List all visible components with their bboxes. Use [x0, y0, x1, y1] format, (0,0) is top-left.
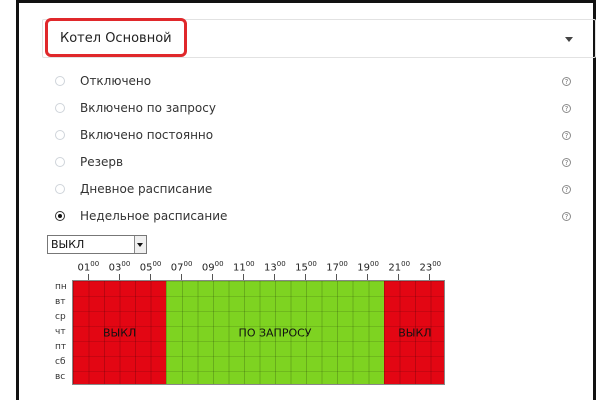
hour-label: 1500	[295, 260, 317, 274]
help-icon[interactable]: ?	[562, 212, 571, 221]
day-label: чт	[55, 327, 66, 337]
hour-label: 1100	[232, 260, 255, 274]
day-label: вт	[55, 297, 66, 307]
mode-option[interactable]: Отключено?	[55, 73, 585, 93]
day-label: ср	[55, 312, 66, 322]
day-label: пт	[55, 342, 67, 352]
hour-label: 0700	[170, 260, 193, 274]
mode-option[interactable]: Включено постоянно?	[55, 127, 585, 147]
help-icon[interactable]: ?	[562, 131, 571, 140]
hour-label: 1300	[264, 260, 286, 274]
mode-radio[interactable]	[55, 130, 65, 140]
hour-label: 0100	[77, 260, 100, 274]
segment-label: ВЫКЛ	[102, 326, 137, 339]
help-icon[interactable]: ?	[562, 104, 571, 113]
highlight-annotation	[45, 18, 187, 57]
hour-label: 0300	[108, 260, 131, 274]
schedule-mode-select[interactable]: ВЫКЛ	[47, 235, 147, 254]
help-icon[interactable]: ?	[562, 185, 571, 194]
mode-label: Недельное расписание	[80, 209, 228, 223]
chevron-down-icon[interactable]	[565, 37, 573, 42]
mode-radio[interactable]	[55, 184, 65, 194]
mode-option[interactable]: Включено по запросу?	[55, 100, 585, 120]
segment-label: ПО ЗАПРОСУ	[238, 326, 312, 339]
weekly-schedule-grid[interactable]: ВЫКЛ ПО ЗАПРОСУ ВЫКЛ	[72, 280, 445, 385]
help-icon[interactable]: ?	[562, 158, 571, 167]
mode-label: Отключено	[80, 74, 152, 88]
day-label: пн	[55, 282, 67, 292]
mode-label: Включено по запросу	[80, 101, 216, 115]
mode-radio[interactable]	[55, 103, 65, 113]
mode-option[interactable]: Резерв?	[55, 154, 585, 174]
hour-label: 0500	[139, 260, 162, 274]
day-label: сб	[55, 357, 66, 367]
mode-radio[interactable]	[55, 157, 65, 167]
hour-label: 2100	[388, 260, 411, 274]
dropdown-arrow-icon[interactable]	[134, 236, 146, 253]
mode-label: Дневное расписание	[80, 182, 213, 196]
help-icon[interactable]: ?	[562, 77, 571, 86]
hour-label: 2300	[419, 260, 442, 274]
mode-radio[interactable]	[55, 211, 65, 221]
schedule-mode-value: ВЫКЛ	[51, 238, 85, 251]
panel-top-border	[16, 0, 596, 3]
mode-label: Резерв	[80, 155, 124, 169]
hour-label: 1900	[357, 260, 379, 274]
segment-label: ВЫКЛ	[398, 326, 432, 339]
mode-label: Включено постоянно	[80, 128, 214, 142]
mode-radio[interactable]	[55, 76, 65, 86]
hour-label: 1700	[326, 260, 348, 274]
hour-label: 0900	[201, 260, 224, 274]
day-label: вс	[55, 372, 66, 382]
mode-option[interactable]: Дневное расписание?	[55, 181, 585, 201]
mode-option[interactable]: Недельное расписание?	[55, 208, 585, 228]
